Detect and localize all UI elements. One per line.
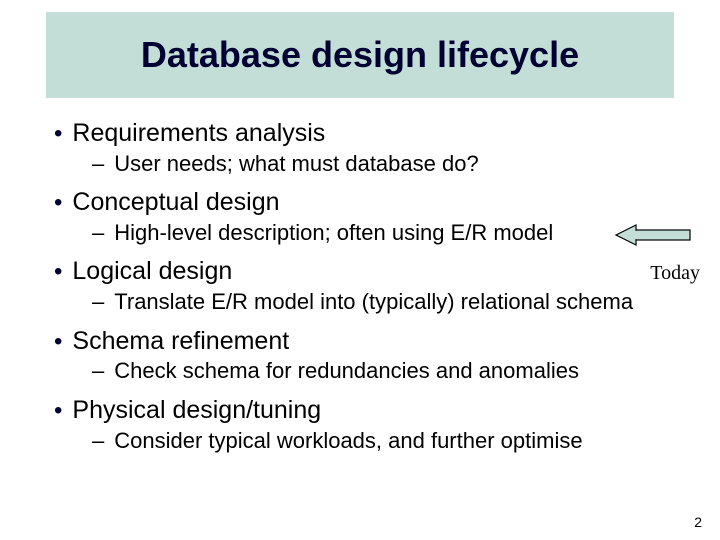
sub-bullet-physical-design: –Consider typical workloads, and further… <box>92 428 684 454</box>
sub-bullet-text: Translate E/R model into (typically) rel… <box>114 289 633 314</box>
title-box: Database design lifecycle <box>46 12 674 98</box>
content-body: •Requirements analysis –User needs; what… <box>36 118 684 454</box>
dash-icon: – <box>92 358 104 383</box>
sub-bullet-text: High-level description; often using E/R … <box>114 220 553 245</box>
bullet-schema-refinement: • Schema refinement <box>54 326 684 357</box>
sub-bullet-text: Consider typical workloads, and further … <box>114 428 582 453</box>
dash-icon: – <box>92 289 104 314</box>
today-annotation: Today <box>650 262 700 285</box>
bullet-dot-icon: • <box>54 328 62 355</box>
slide-title: Database design lifecycle <box>141 34 579 76</box>
sub-bullet-requirements: –User needs; what must database do? <box>92 151 684 177</box>
bullet-text: Conceptual design <box>72 188 279 216</box>
bullet-text: Requirements analysis <box>72 119 325 147</box>
dash-icon: – <box>92 151 104 176</box>
bullet-conceptual: • Conceptual design <box>54 187 684 218</box>
sub-bullet-logical: –Translate E/R model into (typically) re… <box>92 289 684 315</box>
left-arrow-icon <box>614 222 692 248</box>
bullet-text: Physical design/tuning <box>72 396 321 424</box>
bullet-dot-icon: • <box>54 258 62 285</box>
bullet-dot-icon: • <box>54 189 62 216</box>
bullet-dot-icon: • <box>54 120 62 147</box>
bullet-logical: • Logical design <box>54 256 684 287</box>
sub-bullet-text: Check schema for redundancies and anomal… <box>114 358 579 383</box>
bullet-text: Schema refinement <box>72 327 289 355</box>
bullet-text: Logical design <box>72 257 232 285</box>
dash-icon: – <box>92 428 104 453</box>
sub-bullet-conceptual: –High-level description; often using E/R… <box>92 220 684 246</box>
slide: Database design lifecycle • Requirements … <box>0 0 720 540</box>
sub-bullet-schema-refinement: –Check schema for redundancies and anoma… <box>92 358 684 384</box>
page-number: 2 <box>694 514 702 530</box>
bullet-dot-icon: • <box>54 397 62 424</box>
bullet-physical-design: • Physical design/tuning <box>54 395 684 426</box>
bullet-requirements: • Requirements analysis <box>54 118 684 149</box>
dash-icon: – <box>92 220 104 245</box>
sub-bullet-text: User needs; what must database do? <box>114 151 478 176</box>
